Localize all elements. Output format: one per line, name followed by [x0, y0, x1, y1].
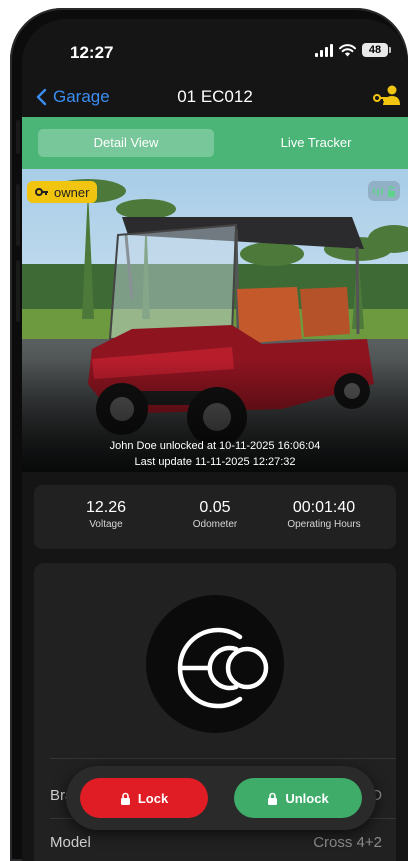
model-label: Model: [50, 834, 91, 851]
eco-logo-icon: [177, 627, 269, 709]
status-time: 12:27: [70, 43, 114, 62]
phone-side-button: [16, 184, 20, 246]
phone-frame: 12:27 48 Garage 01 EC012 Detail View Liv…: [10, 8, 408, 861]
owner-badge-label: owner: [54, 184, 90, 200]
unlock-icon: [268, 792, 278, 805]
view-tabs: Detail View Live Tracker: [22, 117, 408, 169]
stat-value: 12.26: [85, 499, 127, 516]
nav-bar: Garage 01 EC012: [22, 81, 408, 115]
stat-operating-hours: 00:01:40 Operating Hours: [264, 499, 384, 530]
lock-action-bar: Lock Unlock: [66, 766, 376, 830]
lock-button[interactable]: Lock: [80, 778, 208, 818]
vehicle-hero: owner John Doe unlocked at 10-11-2025 16…: [22, 169, 408, 472]
stat-voltage: 12.26 Voltage: [46, 499, 166, 530]
stat-label: Operating Hours: [287, 519, 361, 530]
owner-badge: owner: [27, 181, 98, 203]
phone-side-button: [16, 120, 20, 154]
last-update-text: Last update 11-11-2025 12:27:32: [134, 456, 296, 468]
stat-label: Voltage: [89, 519, 123, 530]
status-bar: 12:27 48: [22, 19, 408, 79]
model-value: Cross 4+2: [313, 834, 382, 851]
unlocked-icon: [388, 185, 395, 197]
unlock-history-text: John Doe unlocked at 10-11-2025 16:06:04: [109, 440, 321, 452]
divider: [50, 758, 396, 759]
brand-logo: [146, 595, 284, 733]
unlock-button[interactable]: Unlock: [234, 778, 362, 818]
golf-cart-photo: [22, 169, 408, 472]
stat-value: 00:01:40: [292, 499, 356, 516]
user-key-icon: [373, 85, 400, 105]
phone-side-button: [16, 260, 20, 322]
tab-live-tracker[interactable]: Live Tracker: [228, 129, 404, 157]
stat-value: 0.05: [199, 499, 231, 516]
page-title: 01 EC012: [177, 87, 253, 106]
unlock-button-label: Unlock: [285, 790, 329, 806]
signal-icon: [315, 43, 333, 57]
connection-status-badge: [368, 181, 400, 201]
lock-icon: [120, 792, 130, 805]
telemetry-stats: 12.26 Voltage 0.05 Odometer 00:01:40 Ope…: [34, 485, 396, 549]
lock-button-label: Lock: [137, 790, 169, 806]
signal-wave-icon: [373, 187, 383, 196]
stat-label: Odometer: [192, 519, 238, 530]
app-screen: 12:27 48 Garage 01 EC012 Detail View Liv…: [22, 19, 408, 861]
stat-odometer: 0.05 Odometer: [155, 499, 275, 530]
status-icons: 48: [315, 43, 391, 57]
key-icon: [35, 188, 48, 196]
share-key-button[interactable]: [372, 83, 400, 109]
tab-detail-view[interactable]: Detail View: [38, 129, 214, 157]
wifi-icon: [339, 43, 356, 56]
battery-indicator: 48: [362, 43, 391, 57]
